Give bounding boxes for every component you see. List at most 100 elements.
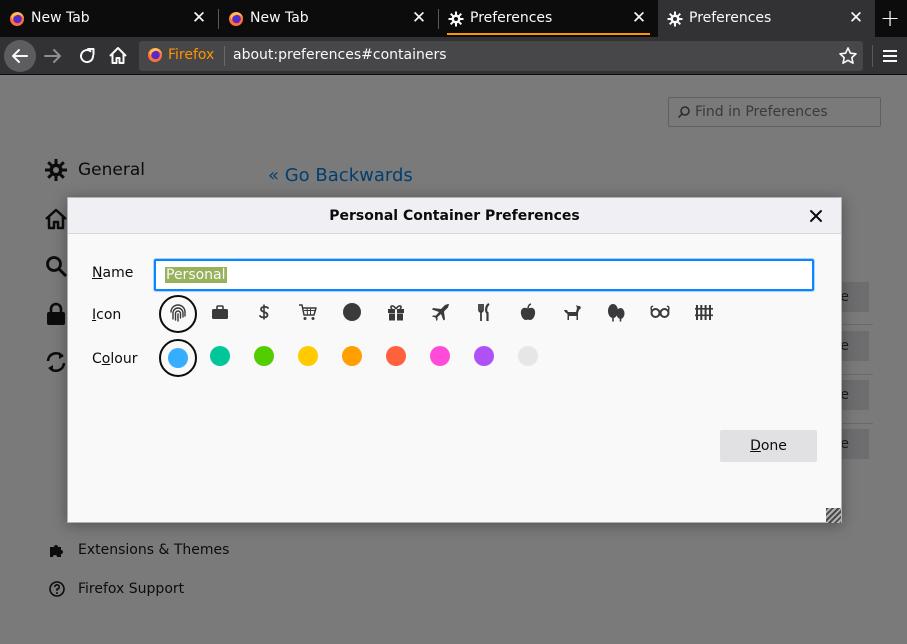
icon-option-vacation[interactable]: [423, 295, 461, 333]
colour-option-yellow[interactable]: [291, 339, 329, 377]
tab-loading-underline: [447, 33, 650, 35]
tree-icon: [608, 304, 625, 322]
vacation-icon: [432, 304, 449, 321]
colour-option-pink[interactable]: [423, 339, 461, 377]
tab-preferences-1[interactable]: Preferences ✕: [439, 0, 658, 37]
done-accesskey: D: [750, 438, 761, 454]
tab-label: Preferences: [689, 10, 772, 26]
firefox-icon: [10, 12, 24, 26]
icon-option-fingerprint[interactable]: [159, 295, 197, 333]
tab-label: New Tab: [31, 10, 90, 26]
category-label: General: [78, 160, 145, 180]
icon-option-fence[interactable]: [687, 295, 725, 333]
fingerprint-icon: [170, 304, 186, 322]
category-privacy[interactable]: [44, 302, 68, 326]
dollar-icon: [259, 304, 269, 320]
colour-label-start: C: [92, 351, 102, 367]
url-identity-label[interactable]: Firefox: [168, 47, 214, 63]
icon-option-pet[interactable]: [555, 295, 593, 333]
category-sync[interactable]: [44, 350, 68, 374]
extensions-themes-link[interactable]: Extensions & Themes: [48, 541, 229, 559]
home-icon[interactable]: [106, 44, 130, 68]
done-button[interactable]: Done: [720, 430, 817, 462]
colour-swatch: [254, 346, 274, 366]
gift-icon: [388, 305, 404, 321]
fruit-icon: [520, 303, 536, 320]
hamburger-menu-icon[interactable]: [880, 46, 900, 66]
colour-swatch: [168, 348, 188, 368]
colour-option-orange[interactable]: [335, 339, 373, 377]
food-icon: [478, 303, 490, 321]
nav-toolbar: Firefox about:preferences#containers: [0, 37, 907, 75]
tab-new-tab-1[interactable]: New Tab ✕: [0, 0, 218, 37]
find-in-preferences-input[interactable]: Find in Preferences: [668, 97, 881, 127]
resize-grip[interactable]: [826, 508, 841, 523]
url-bar[interactable]: Firefox about:preferences#containers: [139, 41, 863, 71]
colour-swatch: [342, 346, 362, 366]
colour-option-purple[interactable]: [467, 339, 505, 377]
footer-link-label: Firefox Support: [78, 581, 185, 597]
tab-label: Preferences: [470, 10, 553, 26]
colour-swatch: [298, 346, 318, 366]
search-icon: [677, 106, 690, 119]
name-label-rest: ame: [102, 265, 134, 281]
tab-label: New Tab: [250, 10, 309, 26]
colour-option-red[interactable]: [379, 339, 417, 377]
icon-option-briefcase[interactable]: [203, 295, 241, 333]
colour-option-blue[interactable]: [159, 339, 197, 377]
icon-option-cart[interactable]: [291, 295, 329, 333]
category-home[interactable]: [44, 207, 68, 231]
tab-preferences-2-active[interactable]: Preferences ✕: [658, 0, 875, 37]
container-name-input[interactable]: Personal: [154, 259, 814, 291]
dialog-titlebar: Personal Container Preferences: [68, 198, 841, 234]
colour-swatch: [386, 346, 406, 366]
close-tab-icon[interactable]: ✕: [190, 8, 208, 28]
circle-icon: [343, 303, 361, 321]
colour-label-rest: lour: [110, 351, 138, 367]
find-placeholder: Find in Preferences: [695, 104, 828, 120]
forward-arrow-icon[interactable]: [41, 44, 65, 68]
new-tab-button[interactable]: +: [876, 6, 904, 32]
chill-icon: [650, 305, 670, 318]
lock-icon: [47, 302, 65, 325]
tab-new-tab-2[interactable]: New Tab ✕: [219, 0, 438, 37]
firefox-icon[interactable]: [147, 47, 163, 63]
go-backwards-link[interactable]: « Go Backwards: [268, 165, 413, 186]
close-icon[interactable]: [806, 206, 826, 226]
close-tab-icon[interactable]: ✕: [410, 8, 428, 28]
colour-swatch: [210, 346, 230, 366]
gear-icon: [45, 159, 67, 181]
icon-option-circle[interactable]: [335, 295, 373, 333]
back-button[interactable]: [4, 40, 36, 72]
home-icon: [45, 208, 67, 230]
colour-label: Colour: [92, 351, 137, 367]
close-tab-icon[interactable]: ✕: [847, 8, 865, 28]
reload-icon[interactable]: [75, 44, 99, 68]
tab-strip: New Tab ✕ New Tab ✕ Preferences ✕ Prefer…: [0, 0, 907, 37]
icon-label: Icon: [92, 307, 121, 323]
colour-option-green[interactable]: [247, 339, 285, 377]
icon-option-fruit[interactable]: [511, 295, 549, 333]
toolbar-separator: [872, 45, 873, 67]
icon-option-chill[interactable]: [643, 295, 681, 333]
icon-option-dollar[interactable]: [247, 295, 285, 333]
icon-option-food[interactable]: [467, 295, 505, 333]
puzzle-icon: [50, 545, 63, 557]
icon-option-gift[interactable]: [379, 295, 417, 333]
colour-option-toolbar[interactable]: [511, 339, 549, 377]
back-arrow-icon: [12, 49, 28, 63]
footer-link-label: Extensions & Themes: [78, 542, 230, 558]
colour-swatch: [474, 346, 494, 366]
sync-icon: [46, 352, 66, 372]
close-tab-icon[interactable]: ✕: [630, 8, 648, 28]
category-general[interactable]: General: [44, 158, 145, 182]
cart-icon: [299, 304, 317, 320]
bookmark-star-icon[interactable]: [838, 46, 858, 66]
colour-option-turquoise[interactable]: [203, 339, 241, 377]
fence-icon: [695, 305, 713, 320]
briefcase-icon: [212, 305, 228, 319]
firefox-support-link[interactable]: Firefox Support: [48, 580, 184, 598]
category-search[interactable]: [44, 254, 68, 278]
url-text[interactable]: about:preferences#containers: [233, 47, 447, 63]
icon-option-tree[interactable]: [599, 295, 637, 333]
